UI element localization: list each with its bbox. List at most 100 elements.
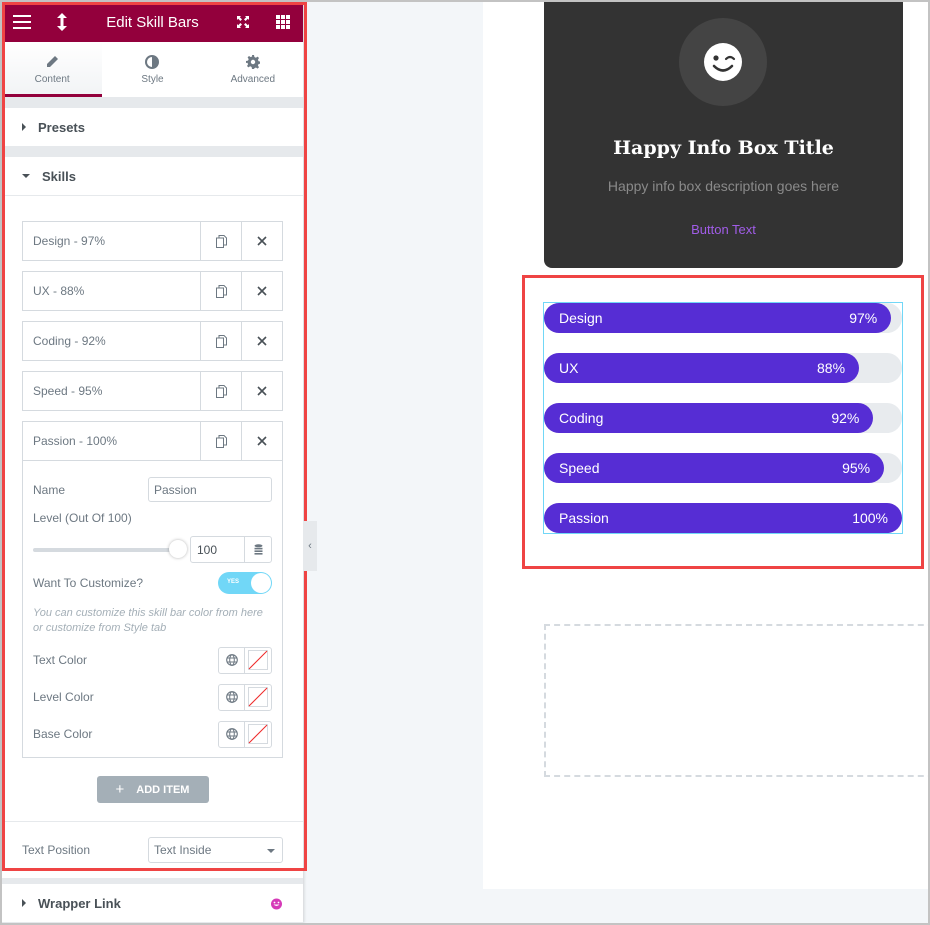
skill-bar-value: 92% xyxy=(831,410,860,426)
level-slider[interactable] xyxy=(33,539,187,558)
skill-bar-name: Coding xyxy=(559,410,604,426)
duplicate-button[interactable] xyxy=(200,372,241,410)
skill-bars-widget[interactable]: Design 97% UX 88% Coding 92% Speed 95% Passion 10… xyxy=(543,302,903,534)
remove-button[interactable] xyxy=(241,322,282,360)
close-icon xyxy=(257,236,267,246)
section-presets[interactable]: Presets xyxy=(2,108,303,146)
close-icon xyxy=(257,286,267,296)
skill-bar-fill: Passion 100% xyxy=(544,503,902,533)
base-color-picker xyxy=(218,720,272,748)
repeater-item-content: Name Passion Level (Out Of 100) 100 Want… xyxy=(23,460,282,757)
section-presets-label: Presets xyxy=(38,119,85,135)
copy-icon xyxy=(215,284,227,298)
duplicate-button[interactable] xyxy=(200,422,241,460)
globe-icon xyxy=(225,654,238,666)
name-label: Name xyxy=(33,482,66,497)
skill-bar-value: 95% xyxy=(842,460,871,476)
remove-button[interactable] xyxy=(241,422,282,460)
remove-button[interactable] xyxy=(241,272,282,310)
skills-repeater: Design - 97% UX - 88% Coding - 92% Speed… xyxy=(2,195,303,821)
chevron-left-icon: ‹ xyxy=(308,540,312,552)
grid-icon xyxy=(276,15,290,29)
section-wrapper-link-label: Wrapper Link xyxy=(38,895,121,911)
color-swatch[interactable] xyxy=(245,685,271,710)
duplicate-button[interactable] xyxy=(200,322,241,360)
repeater-item-title[interactable]: Speed - 95% xyxy=(23,372,200,410)
global-colors-button[interactable] xyxy=(219,721,245,747)
level-input[interactable]: 100 xyxy=(191,537,244,562)
caret-right-icon xyxy=(22,123,26,131)
info-box-widget[interactable]: Happy Info Box Title Happy info box desc… xyxy=(544,2,903,268)
repeater-item-title[interactable]: Coding - 92% xyxy=(23,322,200,360)
copy-icon xyxy=(215,334,227,348)
repeater-item-title[interactable]: Passion - 100% xyxy=(23,422,200,460)
add-item-button[interactable]: + ADD ITEM xyxy=(96,776,209,803)
level-slider-thumb[interactable] xyxy=(169,539,187,558)
skill-bar: UX 88% xyxy=(544,353,902,383)
skill-bar-value: 88% xyxy=(817,360,846,376)
tab-advanced[interactable]: Advanced xyxy=(203,42,303,97)
tab-content-label: Content xyxy=(34,73,70,85)
skill-bar: Passion 100% xyxy=(544,503,902,533)
toggle-state-label: YES xyxy=(227,579,240,585)
repeater-item: Design - 97% xyxy=(22,221,283,261)
text-position-value: Text Inside xyxy=(154,843,212,857)
global-colors-button[interactable] xyxy=(219,684,245,710)
panel-tabs: Content Style Advanced xyxy=(2,42,303,97)
color-swatch[interactable] xyxy=(245,722,271,747)
repeater-item: Coding - 92% xyxy=(22,321,283,361)
text-position-select[interactable]: Text Inside xyxy=(148,837,283,863)
section-skills-label: Skills xyxy=(42,168,76,184)
skill-bar: Design 97% xyxy=(544,303,902,333)
duplicate-button[interactable] xyxy=(200,272,241,310)
plus-icon: + xyxy=(115,781,125,798)
global-colors-button[interactable] xyxy=(219,647,245,673)
expand-button[interactable] xyxy=(223,2,263,42)
info-box-button[interactable]: Button Text xyxy=(544,222,903,237)
globe-icon xyxy=(225,728,238,740)
collapse-panel-handle[interactable]: ‹ xyxy=(303,521,317,571)
tab-style-label: Style xyxy=(141,73,164,85)
remove-button[interactable] xyxy=(241,222,282,260)
section-skills[interactable]: Skills xyxy=(2,157,303,195)
text-position-control: Text Position Text Inside xyxy=(2,821,303,878)
copy-icon xyxy=(215,234,227,248)
repeater-item: Speed - 95% xyxy=(22,371,283,411)
color-swatch[interactable] xyxy=(245,648,271,673)
no-color-icon xyxy=(248,687,268,707)
skill-bar-fill: Speed 95% xyxy=(544,453,885,483)
name-input[interactable]: Passion xyxy=(148,477,272,502)
duplicate-button[interactable] xyxy=(200,222,241,260)
skill-bar-fill: UX 88% xyxy=(544,353,860,383)
chevron-down-icon xyxy=(267,849,275,853)
widgets-grid-button[interactable] xyxy=(263,2,303,42)
close-icon xyxy=(257,386,267,396)
repeater-item-title[interactable]: Design - 97% xyxy=(23,222,200,260)
tab-content[interactable]: Content xyxy=(2,42,103,97)
resize-handle[interactable] xyxy=(42,2,82,42)
close-icon xyxy=(257,336,267,346)
menu-button[interactable] xyxy=(2,2,42,42)
customize-toggle[interactable]: YES xyxy=(218,572,272,594)
section-wrapper-link[interactable]: Wrapper Link xyxy=(2,884,303,922)
panel-header: Edit Skill Bars xyxy=(2,2,303,42)
skill-bar: Speed 95% xyxy=(544,453,902,483)
add-item-label: ADD ITEM xyxy=(136,783,190,796)
customize-label: Want To Customize? xyxy=(33,576,144,590)
skill-bar-value: 100% xyxy=(852,510,888,526)
gear-icon xyxy=(245,54,260,69)
skill-bar-fill: Coding 92% xyxy=(544,403,874,433)
repeater-item-title[interactable]: UX - 88% xyxy=(23,272,200,310)
info-box-description: Happy info box description goes here xyxy=(607,178,840,194)
tab-style[interactable]: Style xyxy=(102,42,202,97)
dynamic-tags-button[interactable] xyxy=(244,537,271,562)
text-color-picker xyxy=(218,646,272,674)
expand-icon xyxy=(237,16,249,28)
base-color-label: Base Color xyxy=(33,727,93,741)
copy-icon xyxy=(215,384,227,398)
level-color-label: Level Color xyxy=(33,690,94,704)
skill-bar-name: Passion xyxy=(559,510,609,526)
remove-button[interactable] xyxy=(241,372,282,410)
skill-bar-fill: Design 97% xyxy=(544,303,892,333)
empty-drop-zone[interactable] xyxy=(544,624,930,777)
